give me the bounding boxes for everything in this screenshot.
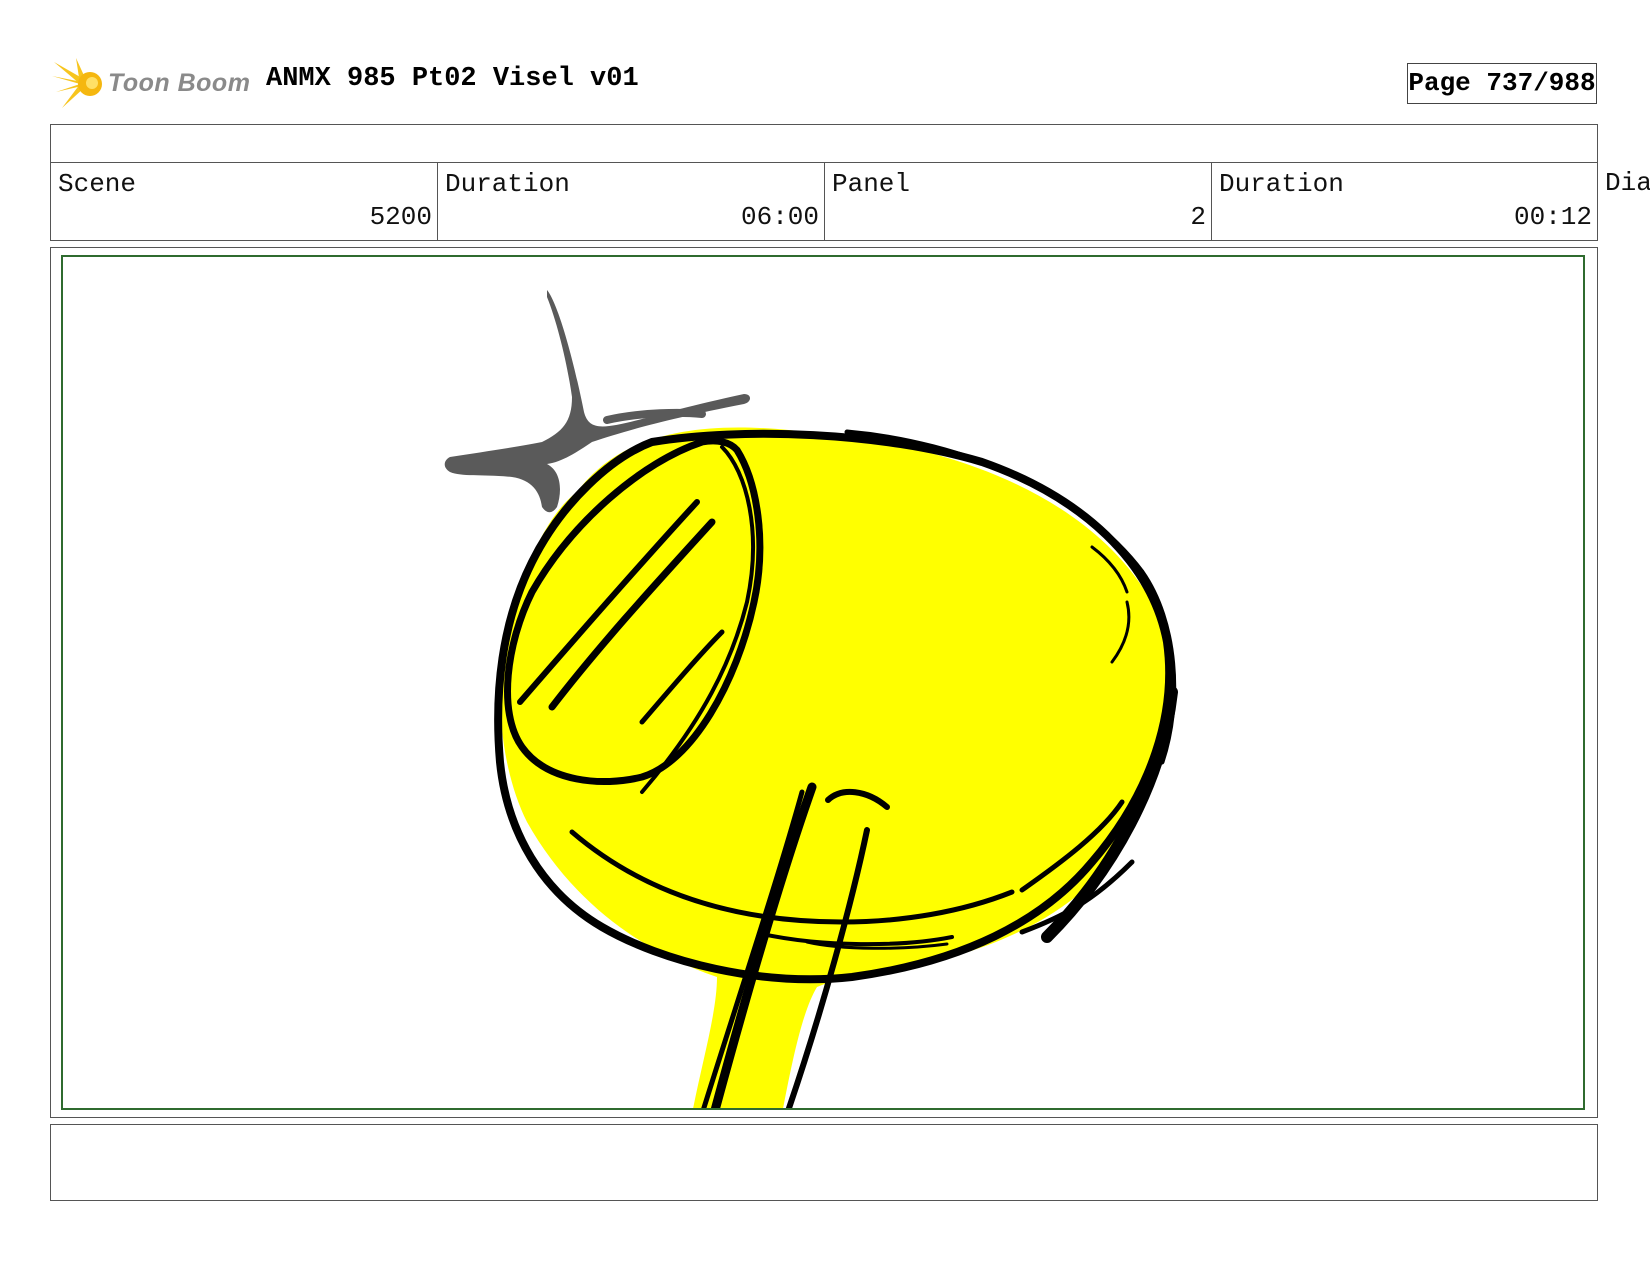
scene-label: Scene (58, 169, 137, 199)
toon-boom-logo: Toon Boom (52, 56, 252, 112)
panel-cell: Panel 2 (825, 163, 1212, 240)
panel-duration-value: 00:12 (1513, 202, 1592, 232)
panel-duration-label: Duration (1219, 169, 1344, 199)
lollipop-fill (500, 427, 1172, 1108)
scene-duration-cell: Duration 06:00 (438, 163, 825, 240)
scene-cell: Scene 5200 (51, 163, 438, 240)
scene-value: 5200 (369, 202, 432, 232)
panel-duration-cell: Duration 00:12 (1212, 163, 1597, 240)
action-notes-box (50, 1124, 1598, 1201)
panel-value: 2 (1190, 202, 1206, 232)
storyboard-sketch (444, 290, 1178, 1108)
top-blank-strip (50, 124, 1598, 163)
starburst-icon (52, 58, 102, 108)
panel-drawing-area (61, 255, 1585, 1110)
document-title: ANMX 985 Pt02 Visel v01 (266, 64, 639, 94)
scene-info-row: Scene 5200 Duration 06:00 Panel 2 Durati… (50, 162, 1598, 241)
page-number: Page 737/988 (1407, 63, 1597, 104)
logo-text: Toon Boom (108, 69, 251, 97)
scene-duration-value: 06:00 (740, 202, 819, 232)
scene-duration-label: Duration (445, 169, 570, 199)
panel-label: Panel (832, 169, 911, 199)
dialogue-label: Dia (1605, 168, 1650, 198)
